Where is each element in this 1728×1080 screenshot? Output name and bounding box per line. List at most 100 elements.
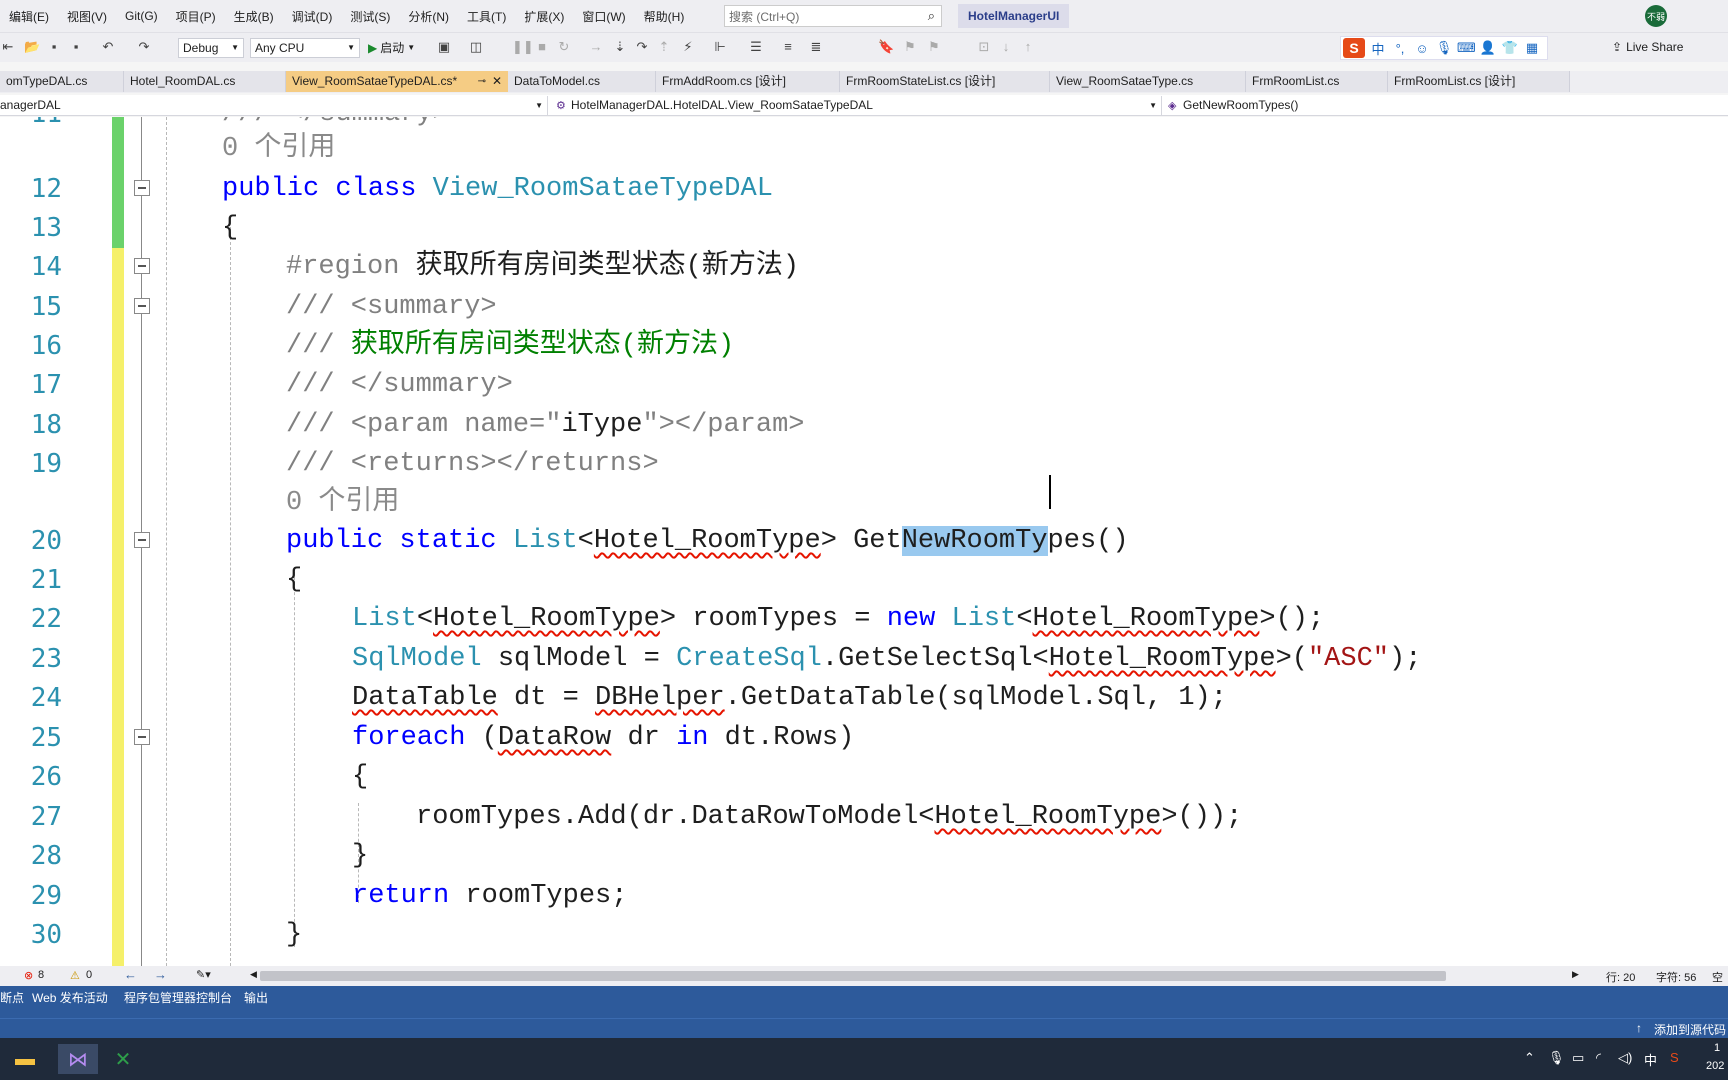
sogou-tray-icon[interactable]: S	[1670, 1050, 1679, 1065]
code-editor[interactable]: 11 /// </summary> 0 个引用 12 public class …	[0, 117, 1728, 966]
comment-icon[interactable]: ≡	[780, 39, 796, 55]
tab-frmaddroom-design[interactable]: FrmAddRoom.cs [设计]	[656, 71, 840, 92]
grid-icon[interactable]: ▦	[1523, 40, 1541, 56]
next-bookmark-icon[interactable]: ⚑	[926, 39, 942, 55]
ime-indicator[interactable]: 中	[1644, 1050, 1657, 1069]
file-explorer-icon[interactable]: ▬	[10, 1044, 40, 1074]
window-icon[interactable]: ⊡	[976, 39, 992, 55]
stop-icon[interactable]: ■	[534, 39, 550, 55]
tab-view-roomsataetypedal[interactable]: View_RoomSataeTypeDAL.cs* ⊸ ✕	[286, 71, 508, 92]
tab-frmroomstatelist-design[interactable]: FrmRoomStateList.cs [设计]	[840, 71, 1050, 92]
mic-icon[interactable]: 🎙	[1548, 1050, 1565, 1066]
nav-forward-icon[interactable]: →	[154, 967, 167, 982]
restart-icon[interactable]: ↻	[556, 39, 572, 55]
pin-icon[interactable]: ⊸	[478, 71, 486, 92]
collapse-toggle[interactable]	[134, 180, 150, 196]
ime-toolbar[interactable]: S 中 °, ☺ 🎙 ⌨ 👤 👕 ▦	[1340, 36, 1548, 60]
codelens-references[interactable]: 0 个引用	[222, 130, 335, 168]
redo-icon[interactable]: ↷	[136, 39, 152, 55]
collapse-toggle[interactable]	[134, 532, 150, 548]
char-indicator[interactable]: 字符: 56	[1656, 969, 1696, 985]
tab-web-publish[interactable]: Web 发布活动	[32, 986, 108, 1010]
visual-studio-icon[interactable]: ⋈	[58, 1044, 98, 1074]
ime-mode-icon[interactable]: 中	[1369, 39, 1387, 58]
scroll-right-icon[interactable]: ▶	[1572, 969, 1579, 980]
tab-package-manager-console[interactable]: 程序包管理器控制台	[124, 986, 232, 1010]
bookmark-icon[interactable]: 🔖	[878, 39, 894, 55]
live-share-button[interactable]: ⇪ Live Share	[1612, 40, 1683, 54]
horizontal-scrollbar[interactable]	[260, 971, 1446, 981]
menu-analyze[interactable]: 分析(N)	[399, 8, 458, 25]
search-input[interactable]: 搜索 (Ctrl+Q) ⌕	[724, 5, 942, 27]
tab-hotel-roomdal[interactable]: Hotel_RoomDAL.cs	[124, 71, 286, 92]
warning-icon[interactable]: ⚠	[70, 969, 80, 982]
menu-extensions[interactable]: 扩展(X)	[515, 8, 573, 25]
tab-datatomodel[interactable]: DataToModel.cs	[508, 71, 656, 92]
menu-tools[interactable]: 工具(T)	[458, 8, 515, 25]
type-dropdown[interactable]: ⚙ HotelManagerDAL.HotelDAL.View_RoomSatae…	[552, 96, 1162, 115]
emoji-icon[interactable]: ☺	[1413, 41, 1431, 56]
menu-edit[interactable]: 编辑(E)	[0, 8, 58, 25]
tab-roomtypedal[interactable]: omTypeDAL.cs	[0, 71, 124, 92]
menu-view[interactable]: 视图(V)	[58, 8, 116, 25]
menu-help[interactable]: 帮助(H)	[635, 8, 694, 25]
codelens-references[interactable]: 0 个引用	[286, 484, 399, 522]
user-icon[interactable]: 👤	[1479, 40, 1497, 56]
tab-output[interactable]: 输出	[244, 986, 268, 1010]
step-over-icon[interactable]: ↷	[634, 39, 650, 55]
clock-date[interactable]: 202	[1706, 1060, 1724, 1072]
keyboard-icon[interactable]: ⌨	[1457, 40, 1476, 56]
up-arrow-icon[interactable]: ↑	[1020, 39, 1036, 55]
collapse-toggle[interactable]	[134, 258, 150, 274]
browse-icon[interactable]: ▣	[436, 39, 452, 55]
collapse-toggle[interactable]	[134, 729, 150, 745]
volume-icon[interactable]: ◁)	[1618, 1050, 1632, 1066]
undo-icon[interactable]: ↶	[100, 39, 116, 55]
toggle-icon[interactable]: ⊩	[712, 39, 728, 55]
mic-icon[interactable]: 🎙	[1435, 40, 1453, 56]
prev-bookmark-icon[interactable]: ⚑	[902, 39, 918, 55]
tab-frmroomlist-design[interactable]: FrmRoomList.cs [设计]	[1388, 71, 1570, 92]
excel-icon[interactable]: ✕	[108, 1044, 138, 1074]
line-indicator[interactable]: 行: 20	[1606, 969, 1635, 985]
pause-icon[interactable]: ❚❚	[512, 39, 534, 55]
project-dropdown[interactable]: anagerDAL ▼	[0, 96, 548, 115]
clock-time[interactable]: 1	[1714, 1042, 1720, 1054]
error-icon[interactable]: ⊗	[24, 969, 33, 982]
member-dropdown[interactable]: ◈ GetNewRoomTypes()	[1164, 96, 1728, 115]
configuration-select[interactable]: Debug ▼	[178, 38, 244, 58]
open-folder-icon[interactable]: 📂	[24, 39, 40, 55]
punctuation-icon[interactable]: °,	[1391, 41, 1409, 56]
tab-frmroomlist[interactable]: FrmRoomList.cs	[1246, 71, 1388, 92]
wifi-icon[interactable]: ◜	[1596, 1050, 1601, 1066]
menu-debug[interactable]: 调试(D)	[283, 8, 342, 25]
solution-name-badge[interactable]: HotelManagerUI	[958, 4, 1070, 28]
indent-icon[interactable]: ☰	[748, 39, 764, 55]
nav-back-icon[interactable]: ←	[124, 967, 137, 982]
warning-count[interactable]: 0	[86, 969, 92, 981]
platform-select[interactable]: Any CPU ▼	[250, 38, 360, 58]
hot-reload-icon[interactable]: ⚡	[680, 39, 696, 55]
scroll-left-icon[interactable]: ◀	[250, 969, 257, 980]
avatar[interactable]: 不弱	[1645, 5, 1667, 27]
add-to-source-control-button[interactable]: 添加到源代码	[1654, 1021, 1726, 1038]
screen-icon[interactable]: ◫	[468, 39, 484, 55]
show-next-icon[interactable]: →	[588, 39, 604, 55]
skin-icon[interactable]: 👕	[1501, 40, 1519, 56]
step-out-icon[interactable]: ⇡	[656, 39, 672, 55]
chevron-up-icon[interactable]: ⌃	[1524, 1050, 1535, 1066]
menu-git[interactable]: Git(G)	[116, 9, 167, 23]
step-into-icon[interactable]: ⇣	[612, 39, 628, 55]
close-icon[interactable]: ✕	[492, 71, 502, 92]
tab-view-roomsataetype[interactable]: View_RoomSataeType.cs	[1050, 71, 1246, 92]
collapse-toggle[interactable]	[134, 298, 150, 314]
uncomment-icon[interactable]: ≣	[808, 39, 824, 55]
menu-test[interactable]: 测试(S)	[341, 8, 399, 25]
start-button[interactable]: ▶ 启动 ▼	[368, 39, 415, 56]
error-count[interactable]: 8	[38, 969, 44, 981]
brush-icon[interactable]: ✎▾	[196, 968, 211, 981]
battery-icon[interactable]: ▭	[1572, 1050, 1584, 1066]
nav-back-icon[interactable]: ⇤	[0, 39, 16, 55]
save-all-icon[interactable]: ▪	[68, 39, 84, 55]
menu-project[interactable]: 项目(P)	[167, 8, 225, 25]
